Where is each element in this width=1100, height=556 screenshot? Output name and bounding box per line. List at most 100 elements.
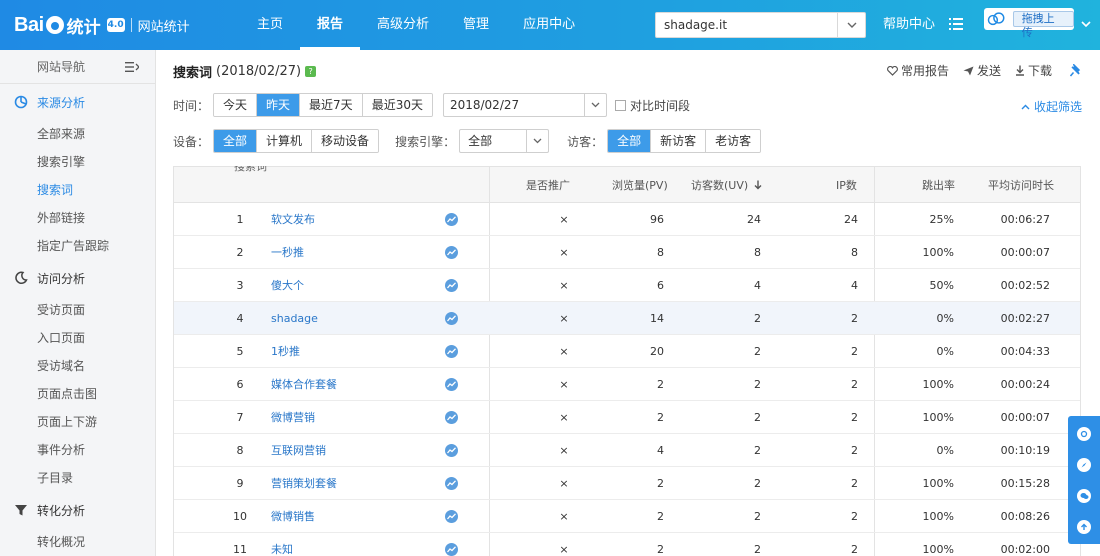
trend-chart-icon[interactable] — [445, 378, 458, 391]
sidebar-item-search-engines[interactable]: 搜索引擎 — [0, 148, 155, 176]
visitor-label: 访客： — [567, 134, 604, 149]
uv-cell: 4 — [754, 279, 761, 292]
sidebar-item-external-links[interactable]: 外部链接 — [0, 204, 155, 232]
bounce-rate-cell: 0% — [936, 312, 954, 325]
ip-cell: 2 — [851, 345, 858, 358]
send-button[interactable]: 发送 — [963, 62, 1001, 79]
device-all-option[interactable]: 全部 — [214, 130, 258, 152]
sort-desc-icon[interactable] — [754, 180, 762, 190]
baidu-tongji-logo[interactable]: Bai 统计 4.0 网站统计 — [14, 10, 190, 40]
time-last30-option[interactable]: 最近30天 — [362, 94, 432, 116]
date-picker[interactable]: 2018/02/27 — [442, 93, 607, 117]
sidebar-item-visited-domains[interactable]: 受访域名 — [0, 352, 155, 380]
visitor-all-option[interactable]: 全部 — [608, 130, 652, 152]
keyword-link[interactable]: 一秒推 — [271, 236, 431, 269]
column-header-uv[interactable]: 访客数(UV) — [691, 167, 748, 204]
sidebar-item-subdirectory[interactable]: 子目录 — [0, 464, 155, 492]
nav-advanced-analysis[interactable]: 高级分析 — [360, 0, 446, 50]
drag-upload-widget[interactable]: 拖拽上传 — [984, 8, 1074, 39]
uv-cell: 2 — [754, 510, 761, 523]
checkbox-box[interactable] — [614, 99, 626, 111]
nav-reports[interactable]: 报告 — [300, 0, 361, 50]
sidebar-group-conversion-analysis[interactable]: 转化分析 — [0, 492, 155, 528]
table-row: 1 软文发布 × 96 24 24 25% 00:06:27 — [174, 203, 1080, 236]
trend-chart-icon[interactable] — [445, 213, 458, 226]
sidebar-toggle-icon[interactable] — [125, 60, 139, 74]
visitor-new-option[interactable]: 新访客 — [651, 130, 707, 152]
sidebar-item-page-flow[interactable]: 页面上下游 — [0, 408, 155, 436]
keyword-link[interactable]: 营销策划套餐 — [271, 467, 431, 500]
back-to-top-icon[interactable] — [1077, 520, 1091, 534]
time-today-option[interactable]: 今天 — [214, 94, 258, 116]
keyword-link[interactable]: 微博销售 — [271, 500, 431, 533]
sidebar-item-event-analysis[interactable]: 事件分析 — [0, 436, 155, 464]
sidebar-group-label: 来源分析 — [37, 95, 86, 110]
help-icon[interactable]: ? — [305, 66, 317, 77]
trend-chart-icon[interactable] — [445, 477, 458, 490]
promotion-cell: × — [559, 477, 569, 490]
drag-upload-button[interactable]: 拖拽上传 — [1012, 11, 1074, 39]
sidebar-item-visited-pages[interactable]: 受访页面 — [0, 296, 155, 324]
bounce-rate-cell: 100% — [922, 543, 954, 556]
sidebar-item-ad-tracking[interactable]: 指定广告跟踪 — [0, 232, 155, 260]
sidebar-item-search-terms[interactable]: 搜索词 — [0, 176, 155, 204]
chevron-down-icon[interactable] — [526, 130, 548, 152]
sidebar-group-source-analysis[interactable]: 来源分析 — [0, 84, 155, 120]
visitor-returning-option[interactable]: 老访客 — [706, 130, 761, 152]
trend-chart-icon[interactable] — [445, 279, 458, 292]
chevron-down-icon[interactable] — [1078, 16, 1094, 32]
sidebar-group-visit-analysis[interactable]: 访问分析 — [0, 260, 155, 296]
column-header-ip[interactable]: IP数 — [836, 167, 857, 204]
device-mobile-option[interactable]: 移动设备 — [312, 130, 379, 152]
chevron-down-icon[interactable] — [583, 94, 606, 116]
compare-period-checkbox[interactable]: 对比时间段 — [614, 97, 690, 114]
keyword-link[interactable]: 微博营销 — [271, 401, 431, 434]
time-yesterday-option[interactable]: 昨天 — [257, 94, 301, 116]
nav-app-center[interactable]: 应用中心 — [506, 0, 592, 50]
pv-cell: 2 — [657, 477, 664, 490]
trend-chart-icon[interactable] — [445, 345, 458, 358]
sidebar-item-conversion-overview[interactable]: 转化概况 — [0, 528, 155, 556]
column-header-avg-duration[interactable]: 平均访问时长 — [988, 167, 1054, 204]
search-engine-select[interactable]: 全部 — [459, 129, 550, 153]
trend-chart-icon[interactable] — [445, 312, 458, 325]
device-segmented: 全部 计算机 移动设备 — [213, 129, 380, 153]
keyword-link[interactable]: 1秒推 — [271, 335, 431, 368]
column-header-pv[interactable]: 浏览量(PV) — [612, 167, 668, 204]
keyword-link[interactable]: 软文发布 — [271, 203, 431, 236]
list-icon[interactable] — [949, 17, 963, 31]
time-last7-option[interactable]: 最近7天 — [300, 94, 363, 116]
keyword-link[interactable]: 媒体合作套餐 — [271, 368, 431, 401]
uv-cell: 2 — [754, 378, 761, 391]
collapse-filters-link[interactable]: 收起筛选 — [1021, 98, 1082, 115]
column-header-promotion[interactable]: 是否推广 — [526, 167, 570, 204]
help-center-link[interactable]: 帮助中心 — [883, 0, 935, 50]
download-button[interactable]: 下载 — [1015, 62, 1052, 79]
customer-service-icon[interactable] — [1077, 427, 1091, 441]
keyword-link[interactable]: 傻大个 — [271, 269, 431, 302]
keyword-link[interactable]: shadage — [271, 302, 431, 335]
favorite-report-button[interactable]: 常用报告 — [886, 62, 949, 79]
device-computer-option[interactable]: 计算机 — [257, 130, 313, 152]
trend-chart-icon[interactable] — [445, 444, 458, 457]
ip-cell: 8 — [851, 246, 858, 259]
wechat-icon[interactable] — [1077, 489, 1091, 503]
column-header-bounce-rate[interactable]: 跳出率 — [922, 167, 955, 204]
compass-icon[interactable] — [1077, 458, 1091, 472]
sidebar-item-all-sources[interactable]: 全部来源 — [0, 120, 155, 148]
trend-chart-icon[interactable] — [445, 543, 458, 556]
sidebar-item-entry-pages[interactable]: 入口页面 — [0, 324, 155, 352]
keyword-link[interactable]: 互联网营销 — [271, 434, 431, 467]
site-select[interactable]: shadage.it — [655, 12, 866, 38]
sidebar-item-click-map[interactable]: 页面点击图 — [0, 380, 155, 408]
avg-duration-cell: 00:02:52 — [1000, 279, 1050, 292]
pin-icon[interactable] — [1070, 64, 1082, 77]
nav-manage[interactable]: 管理 — [446, 0, 506, 50]
chevron-down-icon[interactable] — [837, 13, 865, 37]
trend-chart-icon[interactable] — [445, 246, 458, 259]
nav-home[interactable]: 主页 — [240, 0, 300, 50]
bounce-rate-cell: 100% — [922, 246, 954, 259]
trend-chart-icon[interactable] — [445, 510, 458, 523]
keyword-link[interactable]: 未知 — [271, 533, 431, 556]
trend-chart-icon[interactable] — [445, 411, 458, 424]
